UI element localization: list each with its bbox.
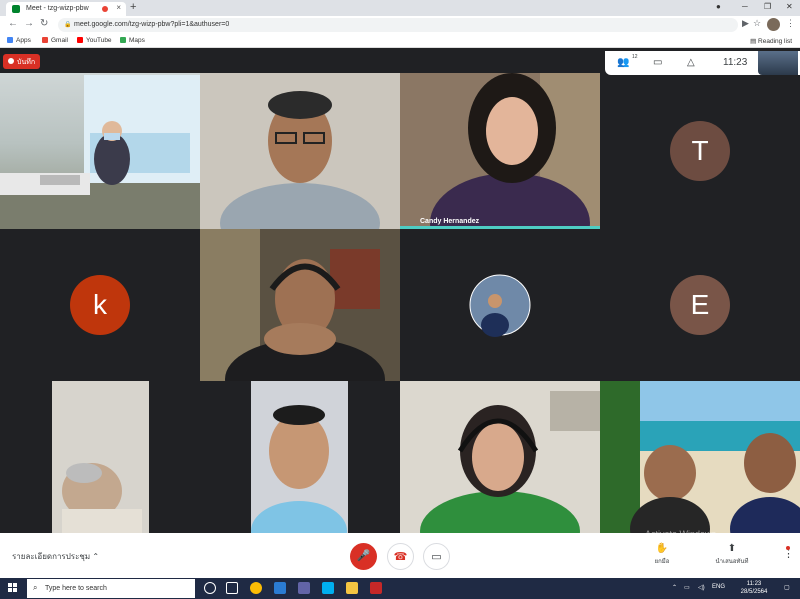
volume-icon[interactable]: ◁) [698, 584, 705, 591]
recording-dot-icon [8, 58, 14, 64]
reload-icon[interactable]: ↻ [40, 18, 48, 29]
meet-favicon-icon [12, 5, 20, 13]
teams-icon[interactable] [298, 582, 310, 594]
chrome-icon[interactable] [250, 582, 262, 594]
browser-toolbar: ← → ↻ 🔒 meet.google.com/tzg-wizp-pbw?pli… [0, 16, 800, 34]
youtube-icon [77, 37, 83, 43]
edge-icon[interactable] [274, 582, 286, 594]
people-icon[interactable]: 👥 [617, 57, 629, 68]
camera-button[interactable]: ▭ [423, 543, 450, 570]
classroom-scene [0, 75, 200, 229]
man-glasses-video [200, 73, 400, 229]
recording-indicator-icon [102, 6, 108, 12]
bookmark-gmail[interactable]: Gmail [42, 37, 68, 44]
browser-tab[interactable]: Meet - tzg-wizp-pbw × [6, 2, 126, 16]
back-icon[interactable]: ← [8, 18, 18, 29]
participant-tile-headphones-man[interactable] [200, 229, 400, 381]
meeting-details-button[interactable]: รายละเอียดการประชุม ⌃ [12, 550, 99, 563]
reading-list-button[interactable]: ▤ Reading list [750, 37, 792, 45]
leave-call-button[interactable]: ☎ [387, 543, 414, 570]
recording-label: บันทึก [17, 59, 36, 66]
minimize-icon[interactable]: ─ [742, 2, 748, 11]
phone-hangup-icon: ☎ [393, 551, 408, 563]
mic-off-button[interactable]: 🎤 [350, 543, 377, 570]
presenter-thumbnail [469, 274, 531, 337]
language-indicator[interactable]: ENG [712, 584, 725, 590]
woman-headset-video [400, 381, 600, 535]
tab-close-icon[interactable]: × [116, 3, 121, 12]
browser-tab-strip: Meet - tzg-wizp-pbw × + ● ─ ❐ ✕ [0, 0, 800, 16]
bookmark-maps[interactable]: Maps [120, 37, 145, 44]
activities-icon[interactable]: △ [687, 57, 695, 68]
bookmarks-bar: Apps Gmail YouTube Maps ▤ Reading list [0, 34, 800, 48]
participant-tile-classroom[interactable] [0, 73, 200, 229]
recording-button[interactable]: บันทึก [3, 54, 41, 69]
participant-tile-older-man[interactable] [52, 381, 149, 535]
speaker-video [400, 73, 600, 229]
bookmark-apps[interactable]: Apps [7, 37, 31, 44]
window-close-icon[interactable]: ✕ [786, 2, 793, 11]
audio-level-icon [406, 219, 416, 229]
notifications-icon[interactable]: ▢ [784, 584, 790, 591]
forward-icon[interactable]: → [24, 18, 34, 29]
camera-in-use-icon[interactable]: ▶ [742, 18, 749, 29]
older-man-video [52, 381, 149, 535]
camera-icon: ▭ [431, 551, 442, 563]
search-placeholder: Type here to search [45, 585, 107, 592]
participant-tile-woman-headset[interactable] [400, 381, 600, 535]
notification-dot-icon [786, 546, 790, 550]
skype-icon[interactable] [322, 582, 334, 594]
address-bar[interactable]: 🔒 meet.google.com/tzg-wizp-pbw?pli=1&aut… [58, 18, 738, 32]
meet-grid: Candy Hernandez T k E บันทึก 👥 12 ▭ △ 11… [0, 48, 800, 576]
participant-name: Candy Hernandez [420, 218, 480, 225]
taskbar-search-box[interactable]: ⌕ Type here to search [27, 579, 195, 598]
participant-tile-k[interactable]: k [0, 229, 200, 381]
file-explorer-icon[interactable] [346, 582, 358, 594]
avatar-letter-e: E [670, 275, 730, 335]
windows-taskbar: ⌕ Type here to search ⌃ ▭ ◁) ENG 11:23 2… [0, 578, 800, 599]
participant-tile-beach-background[interactable] [600, 381, 800, 535]
chat-icon[interactable]: ▭ [653, 57, 662, 68]
profile-indicator-icon[interactable]: ● [716, 2, 721, 11]
chevron-up-icon: ⌃ [92, 552, 100, 561]
gmail-icon [42, 37, 48, 43]
participant-tile-e[interactable]: E [600, 229, 800, 381]
participant-tile-round-face-man[interactable] [251, 381, 348, 535]
participant-tile-candy-hernandez[interactable]: Candy Hernandez [400, 73, 600, 229]
windows-start-icon[interactable] [8, 583, 18, 593]
url-text: meet.google.com/tzg-wizp-pbw?pli=1&authu… [74, 21, 230, 28]
reading-list-icon: ▤ [750, 38, 759, 45]
search-icon: ⌕ [33, 583, 38, 592]
maximize-icon[interactable]: ❐ [764, 2, 771, 11]
new-tab-button[interactable]: + [130, 1, 136, 13]
activate-windows-watermark: Activate Windows Go to Settings to activ… [645, 529, 756, 547]
mic-off-icon: 🎤 [356, 550, 371, 562]
browser-menu-icon[interactable]: ⋮ [786, 18, 795, 29]
round-face-man-video [251, 381, 348, 535]
taskbar-clock[interactable]: 11:23 28/5/2564 [732, 580, 776, 596]
beach-background-video [600, 381, 800, 535]
cortana-icon[interactable] [204, 582, 216, 594]
participant-tile-presenter[interactable] [400, 229, 600, 381]
lock-icon: 🔒 [64, 22, 72, 28]
tray-chevron-icon[interactable]: ⌃ [672, 584, 677, 591]
apps-icon [7, 37, 13, 43]
network-icon[interactable]: ▭ [684, 584, 690, 591]
meeting-clock: 11:23 [723, 57, 748, 68]
self-view-thumbnail[interactable] [758, 51, 798, 75]
profile-avatar[interactable] [767, 18, 780, 31]
maps-icon [120, 37, 126, 43]
participant-tile-t[interactable]: T [600, 73, 800, 229]
avatar-letter-t: T [670, 121, 730, 181]
task-view-icon[interactable] [226, 582, 238, 594]
participants-count: 12 [632, 54, 638, 60]
avatar-letter-k: k [70, 275, 130, 335]
headphones-man-video [200, 229, 400, 381]
participant-tile-man-glasses[interactable] [200, 73, 400, 229]
bookmark-star-icon[interactable]: ☆ [753, 18, 761, 29]
acrobat-icon[interactable] [370, 582, 382, 594]
bookmark-youtube[interactable]: YouTube [77, 37, 112, 44]
tab-title: Meet - tzg-wizp-pbw [26, 5, 89, 12]
